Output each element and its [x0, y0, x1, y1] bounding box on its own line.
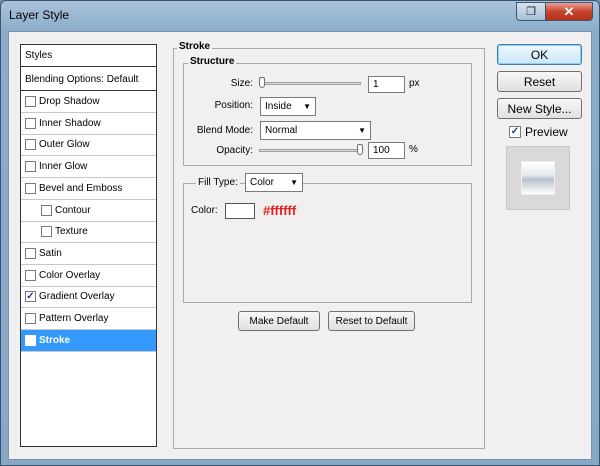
position-label: Position:: [214, 100, 253, 111]
style-item-color-overlay[interactable]: Color Overlay: [21, 265, 156, 287]
style-item-inner-glow[interactable]: Inner Glow: [21, 156, 156, 179]
fill-type-group: [183, 183, 472, 303]
color-label: Color:: [191, 205, 218, 216]
style-item-inner-shadow[interactable]: Inner Shadow: [21, 113, 156, 135]
close-button[interactable]: ✕: [545, 2, 593, 21]
style-item-label: Satin: [39, 247, 62, 259]
blend-mode-label: Blend Mode:: [196, 125, 253, 136]
structure-title: Structure: [188, 56, 237, 67]
style-checkbox[interactable]: [25, 269, 36, 281]
opacity-slider[interactable]: [259, 149, 361, 152]
style-item-label: Drop Shadow: [39, 96, 100, 107]
reset-to-default-button[interactable]: Reset to Default: [328, 311, 415, 331]
style-item-stroke[interactable]: ✓ Stroke: [21, 329, 156, 352]
fill-type-value: Color: [250, 177, 274, 188]
preview-checkbox-row[interactable]: ✓ Preview: [509, 125, 568, 139]
size-slider-thumb[interactable]: [259, 77, 265, 88]
style-preview: [506, 146, 570, 210]
chevron-down-icon: ▼: [303, 102, 311, 111]
style-item-label: Bevel and Emboss: [39, 182, 123, 194]
color-annotation: #ffffff: [263, 203, 297, 218]
opacity-label: Opacity:: [216, 145, 253, 156]
new-style-button[interactable]: New Style...: [497, 98, 582, 119]
style-item-pattern-overlay[interactable]: Pattern Overlay: [21, 308, 156, 330]
style-item-label: Contour: [55, 204, 91, 216]
style-item-label: Texture: [55, 226, 88, 238]
style-item-label: Color Overlay: [39, 269, 101, 281]
style-checkbox[interactable]: [25, 161, 36, 173]
style-checkbox[interactable]: [25, 139, 36, 151]
ok-label: OK: [530, 47, 549, 62]
new-style-label: New Style...: [507, 101, 572, 116]
style-item-label: Stroke: [39, 334, 71, 346]
style-item-texture[interactable]: Texture: [21, 221, 156, 244]
style-item-label: Pattern Overlay: [39, 313, 109, 324]
style-item-gradient-overlay[interactable]: ✓ Gradient Overlay: [21, 286, 156, 309]
style-item-bevel-and-emboss[interactable]: Bevel and Emboss: [21, 178, 156, 200]
blend-mode-value: Normal: [265, 125, 298, 136]
restore-button[interactable]: ❐: [516, 2, 546, 21]
blend-mode-select[interactable]: Normal ▼: [260, 121, 371, 140]
style-checkbox[interactable]: [25, 182, 36, 194]
style-item-satin[interactable]: Satin: [21, 243, 156, 265]
style-checkbox[interactable]: [25, 313, 36, 324]
fill-type-select[interactable]: Color ▼: [245, 173, 303, 192]
style-item-drop-shadow[interactable]: Drop Shadow: [21, 91, 156, 113]
make-default-button[interactable]: Make Default: [238, 311, 320, 331]
color-swatch[interactable]: [225, 203, 255, 219]
style-item-outer-glow[interactable]: Outer Glow: [21, 134, 156, 157]
style-item-label: Outer Glow: [39, 139, 90, 151]
ok-button[interactable]: OK: [497, 44, 582, 65]
position-value: Inside: [265, 101, 292, 112]
style-item-label: Inner Glow: [39, 161, 88, 173]
opacity-unit: %: [409, 144, 418, 155]
style-checkbox[interactable]: [41, 226, 52, 238]
window-title: Layer Style: [9, 8, 70, 22]
reset-label: Reset: [523, 74, 556, 89]
reset-to-default-label: Reset to Default: [335, 315, 408, 327]
close-icon: ✕: [563, 3, 575, 19]
styles-header[interactable]: Styles: [21, 45, 156, 67]
size-input[interactable]: 1: [368, 76, 405, 93]
style-checkbox[interactable]: [41, 204, 52, 216]
make-default-label: Make Default: [249, 315, 309, 327]
style-item-contour[interactable]: Contour: [21, 200, 156, 222]
preview-checkbox[interactable]: ✓: [509, 126, 521, 138]
style-checkbox[interactable]: ✓: [25, 334, 36, 346]
size-unit: px: [409, 78, 420, 89]
chevron-down-icon: ▼: [290, 178, 298, 187]
layer-style-window: Layer Style ❐ ✕ Styles Blending Options:…: [0, 0, 600, 466]
reset-button[interactable]: Reset: [497, 71, 582, 92]
chevron-down-icon: ▼: [358, 126, 366, 135]
preview-thumbnail: [522, 162, 554, 194]
size-slider[interactable]: [259, 82, 361, 85]
style-item-label: Gradient Overlay: [39, 291, 115, 303]
restore-icon: ❐: [526, 6, 536, 18]
styles-panel: Styles Blending Options: Default Drop Sh…: [20, 44, 157, 447]
position-select[interactable]: Inside ▼: [260, 97, 316, 116]
dialog-body: Styles Blending Options: Default Drop Sh…: [8, 31, 592, 460]
style-checkbox[interactable]: [25, 117, 36, 129]
style-checkbox[interactable]: [25, 96, 36, 107]
blending-options-item[interactable]: Blending Options: Default: [21, 69, 156, 91]
blending-options-label: Blending Options: Default: [25, 74, 139, 85]
style-checkbox[interactable]: [25, 247, 36, 259]
preview-label: Preview: [525, 125, 568, 139]
style-checkbox[interactable]: ✓: [25, 291, 36, 303]
title-bar[interactable]: Layer Style ❐ ✕: [1, 1, 599, 31]
styles-header-label: Styles: [25, 50, 53, 61]
fill-type-label: Fill Type:: [196, 177, 240, 188]
size-label: Size:: [230, 78, 253, 89]
opacity-slider-thumb[interactable]: [357, 144, 363, 155]
style-item-label: Inner Shadow: [39, 117, 101, 129]
opacity-input[interactable]: 100: [368, 142, 405, 159]
stroke-title: Stroke: [177, 41, 213, 52]
